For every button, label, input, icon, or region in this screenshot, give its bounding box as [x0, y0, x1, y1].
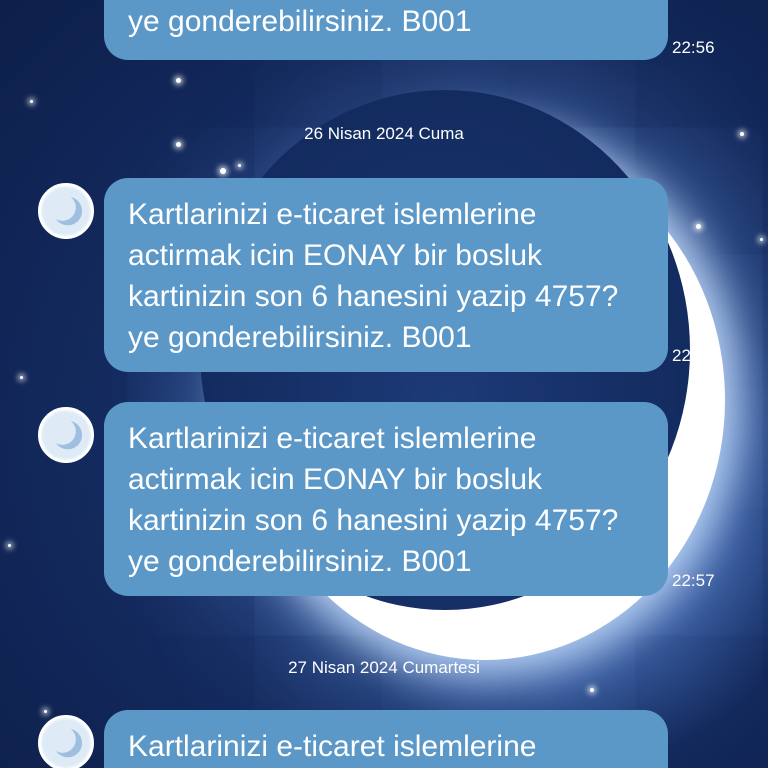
message-bubble[interactable]: Kartlarinizi e-ticaret islemlerine actir… [104, 178, 668, 372]
message-time: 22:56 [672, 38, 715, 57]
star [696, 224, 701, 229]
star [760, 238, 763, 241]
message-bubble[interactable]: Kartlarinizi e-ticaret islemlerine [104, 710, 668, 768]
sender-avatar[interactable] [38, 715, 94, 771]
message-text: kartinizin son 6 hanesini yazip 4757?ye … [128, 5, 472, 38]
message-bubble[interactable]: kartinizin son 6 hanesini yazip 4757?ye … [104, 0, 668, 60]
star [238, 164, 241, 167]
crescent-moon-avatar-icon [42, 187, 90, 235]
message-text: Kartlarinizi e-ticaret islemlerine actir… [128, 422, 619, 578]
sender-avatar[interactable] [38, 407, 94, 463]
star [590, 688, 594, 692]
message-bubble[interactable]: Kartlarinizi e-ticaret islemlerine actir… [104, 402, 668, 596]
chat-wallpaper [0, 0, 768, 768]
star [176, 78, 181, 83]
message-text: Kartlarinizi e-ticaret islemlerine actir… [128, 198, 619, 354]
star [220, 168, 226, 174]
message-time: 22:57 [672, 571, 715, 590]
star [44, 710, 47, 713]
star [20, 376, 23, 379]
date-separator: 27 Nisan 2024 Cumartesi [288, 658, 480, 677]
star [30, 100, 33, 103]
date-separator: 26 Nisan 2024 Cuma [304, 124, 464, 143]
message-text: Kartlarinizi e-ticaret islemlerine [128, 730, 537, 763]
star [8, 544, 11, 547]
crescent-moon-avatar-icon [42, 719, 90, 767]
message-time: 22:56 [672, 346, 715, 365]
sender-avatar[interactable] [38, 183, 94, 239]
crescent-moon-avatar-icon [42, 411, 90, 459]
